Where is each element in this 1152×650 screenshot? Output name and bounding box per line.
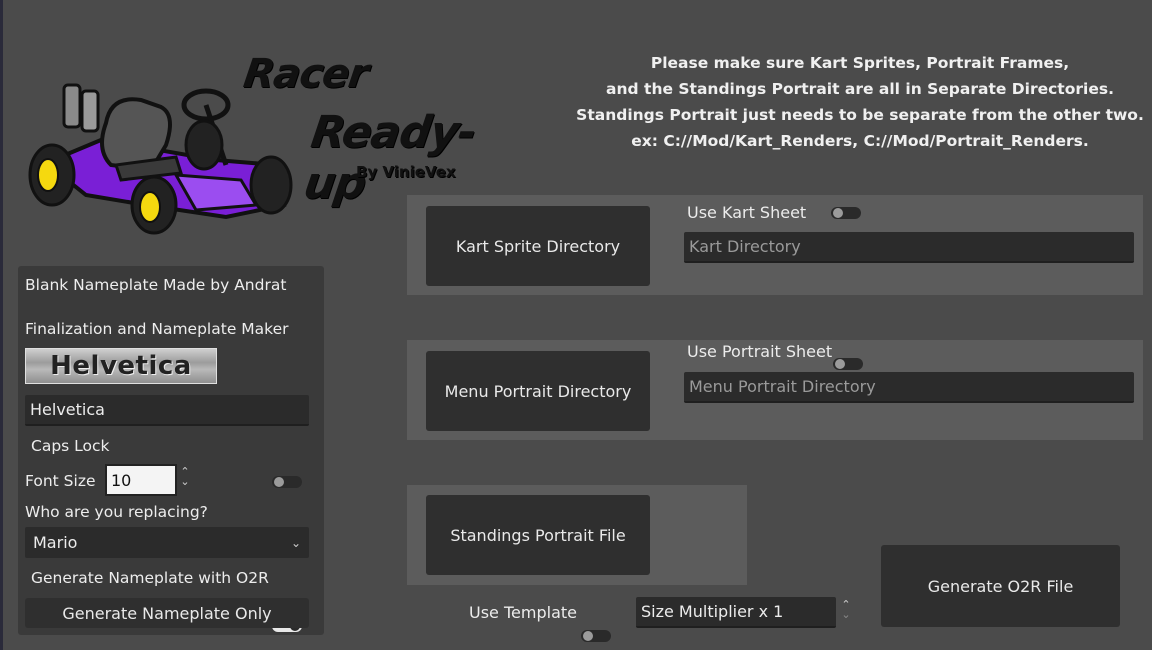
menu-portrait-directory-button[interactable]: Menu Portrait Directory (426, 351, 650, 431)
generate-nameplate-only-button[interactable]: Generate Nameplate Only (25, 598, 309, 628)
nameplate-credit: Blank Nameplate Made by Andrat (25, 276, 287, 294)
size-multiplier-field[interactable]: Size Multiplier x 1 (636, 597, 836, 628)
replacing-label: Who are you replacing? (25, 503, 208, 521)
standings-portrait-file-button[interactable]: Standings Portrait File (426, 495, 650, 575)
size-multiplier-stepper[interactable]: ⌃ ⌄ (840, 599, 852, 620)
logo-title-line1: Racer (240, 51, 371, 97)
chevron-down-icon[interactable]: ⌄ (840, 609, 852, 620)
instruction-line: Please make sure Kart Sprites, Portrait … (650, 54, 1070, 72)
instruction-line: ex: C://Mod/Kart_Renders, C://Mod/Portra… (631, 132, 1089, 150)
nameplate-heading: Finalization and Nameplate Maker (25, 320, 289, 338)
chevron-down-icon[interactable]: ⌄ (179, 476, 191, 487)
use-template-label: Use Template (469, 603, 577, 622)
logo-title-line2: Ready-up (300, 107, 479, 209)
generate-o2r-file-button[interactable]: Generate O2R File (881, 545, 1120, 627)
font-name-input[interactable]: Helvetica (25, 395, 309, 426)
logo-byline: By VinieVex (356, 163, 456, 181)
kart-directory-field[interactable]: Kart Directory (684, 232, 1134, 263)
use-template-toggle[interactable] (581, 630, 611, 642)
font-size-label: Font Size (25, 472, 96, 490)
use-portrait-sheet-label: Use Portrait Sheet (687, 342, 833, 361)
use-kart-sheet-toggle[interactable] (831, 207, 861, 219)
replacing-select-value: Mario (33, 533, 78, 552)
instruction-line: and the Standings Portrait are all in Se… (606, 80, 1114, 98)
font-size-stepper[interactable]: ⌃ ⌄ (179, 466, 191, 487)
instruction-line: Standings Portrait just needs to be sepa… (576, 106, 1144, 124)
caps-lock-label: Caps Lock (31, 437, 110, 455)
font-size-input[interactable]: 10 (105, 464, 177, 496)
chevron-down-icon: ⌄ (290, 535, 301, 550)
use-kart-sheet-label: Use Kart Sheet (687, 203, 807, 222)
kart-sprite-directory-button[interactable]: Kart Sprite Directory (426, 206, 650, 286)
use-portrait-sheet-toggle[interactable] (833, 358, 863, 370)
menu-portrait-directory-field[interactable]: Menu Portrait Directory (684, 372, 1134, 403)
window-left-edge (0, 0, 3, 650)
caps-lock-toggle[interactable] (272, 476, 302, 488)
generate-with-o2r-label: Generate Nameplate with O2R (31, 569, 269, 587)
nameplate-preview: Helvetica (25, 348, 217, 384)
replacing-select[interactable]: Mario ⌄ (25, 527, 309, 558)
instructions: Please make sure Kart Sprites, Portrait … (560, 50, 1152, 154)
